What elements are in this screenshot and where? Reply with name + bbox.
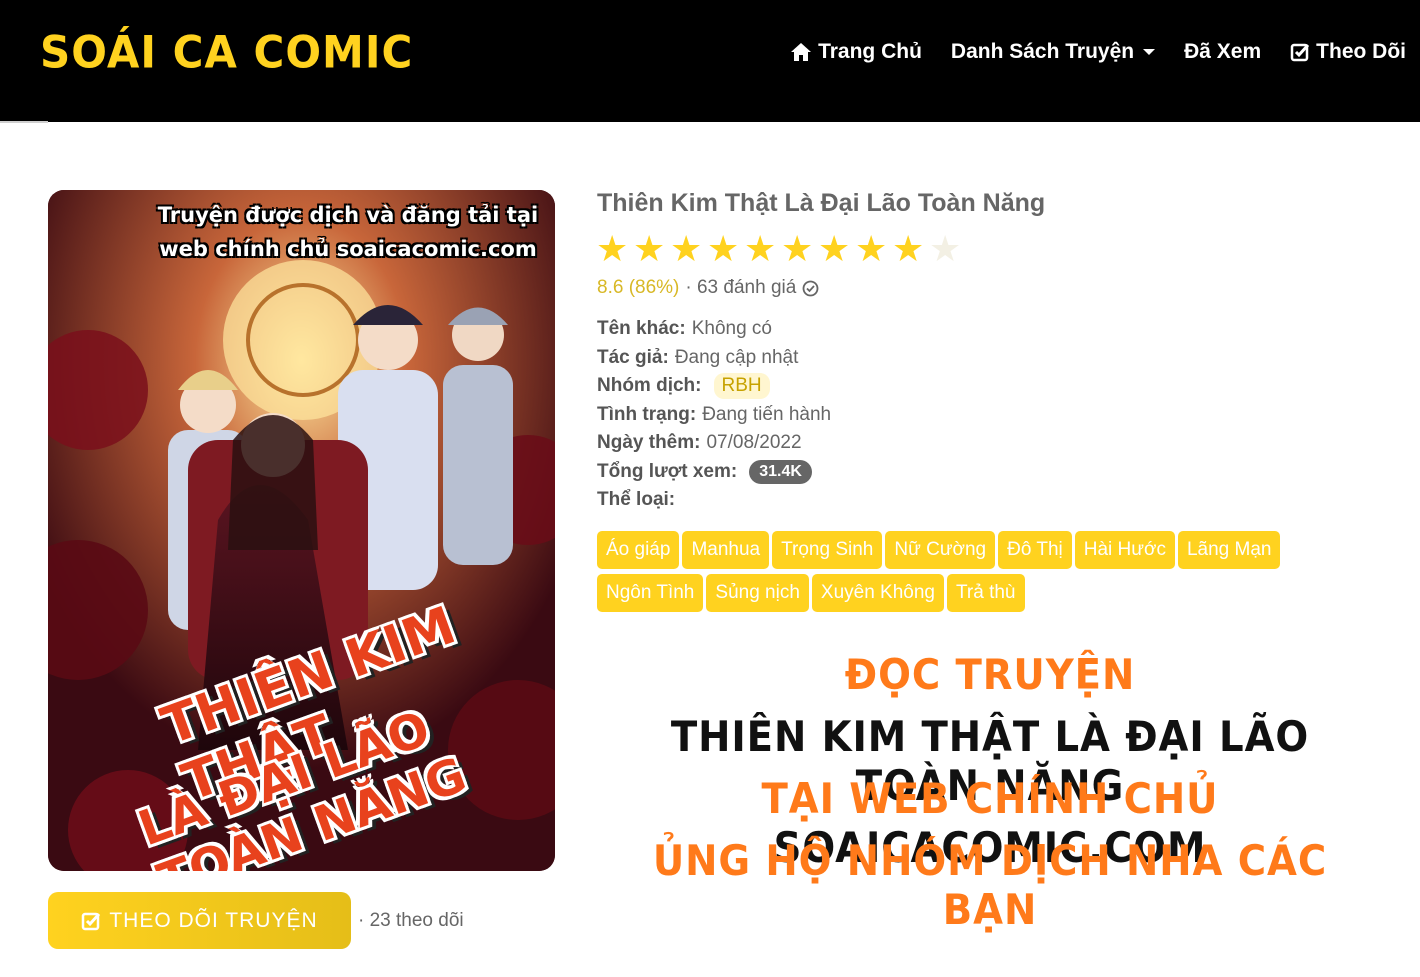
star-icon[interactable]: ★: [670, 231, 707, 269]
genre-tag[interactable]: Xuyên Không: [811, 574, 944, 612]
meta-author-label: Tác giả:: [597, 347, 669, 368]
meta-date-label: Ngày thêm:: [597, 432, 701, 453]
star-icon[interactable]: ★: [818, 231, 855, 269]
genre-tag[interactable]: Áo giáp: [597, 531, 680, 569]
meta-alt-name-value: Không có: [691, 318, 772, 339]
nav-comic-list-label: Danh Sách Truyện: [950, 40, 1135, 63]
check-circle-icon: [802, 280, 819, 296]
nav-home-label: Trang Chủ: [818, 40, 922, 63]
star-icon[interactable]: ★: [855, 231, 892, 269]
comic-title: Thiên Kim Thật Là Đại Lão Toàn Năng: [597, 189, 1046, 217]
translation-group-badge[interactable]: RBH: [713, 373, 770, 399]
nav-history[interactable]: Đã Xem: [1184, 40, 1261, 64]
nav-history-label: Đã Xem: [1184, 40, 1262, 63]
nav-comic-list[interactable]: Danh Sách Truyện: [950, 40, 1156, 64]
promo-line1: ĐỌC TRUYỆN: [844, 650, 1136, 699]
main-nav: Trang Chủ Danh Sách Truyện Đã Xem Theo D…: [761, 40, 1406, 64]
meta-views-label: Tổng lượt xem:: [597, 461, 738, 482]
meta-status-label: Tình trạng:: [597, 404, 697, 425]
meta-alt-name: Tên khác: Không có: [597, 318, 772, 340]
star-icon[interactable]: ★: [892, 231, 929, 269]
star-icon[interactable]: ★: [744, 231, 781, 269]
check-square-icon: [82, 912, 101, 930]
genre-tag[interactable]: Lãng Mạn: [1177, 531, 1281, 569]
follow-count: · 23 theo dõi: [358, 910, 464, 931]
genre-tag[interactable]: Manhua: [682, 531, 770, 569]
meta-group-label: Nhóm dịch:: [597, 375, 702, 396]
rating-summary: 8.6 (86%) · 63 đánh giá: [597, 277, 819, 299]
meta-author: Tác giả: Đang cập nhật: [597, 347, 798, 369]
nav-home[interactable]: Trang Chủ: [790, 40, 922, 64]
star-icon[interactable]: ★: [781, 231, 818, 269]
meta-genre: Thể loại:: [597, 489, 681, 511]
star-icon[interactable]: ★: [929, 231, 966, 269]
caret-down-icon: [1143, 49, 1156, 55]
rating-stars[interactable]: ★ ★ ★ ★ ★ ★ ★ ★ ★ ★: [596, 231, 966, 269]
follow-comic-label: THEO DÕI TRUYỆN: [109, 908, 318, 932]
nav-following[interactable]: Theo Dõi: [1290, 40, 1406, 64]
genre-tag[interactable]: Đô Thị: [998, 531, 1072, 569]
site-header: SOÁI CA COMIC Trang Chủ Danh Sách Truyện…: [0, 0, 1420, 122]
check-square-icon: [1290, 43, 1310, 62]
views-badge: 31.4K: [749, 460, 812, 484]
follow-comic-button[interactable]: THEO DÕI TRUYỆN: [48, 892, 351, 949]
meta-date: Ngày thêm: 07/08/2022: [597, 432, 802, 454]
cover-watermark-line1: Truyện được dịch và đăng tải tại: [157, 203, 539, 227]
meta-genre-label: Thể loại:: [597, 489, 676, 510]
genre-tags: Áo giáp Manhua Trọng Sinh Nữ Cường Đô Thị Hài…: [597, 531, 1317, 617]
meta-alt-name-label: Tên khác:: [597, 318, 686, 339]
comic-cover[interactable]: Truyện được dịch và đăng tải tại web chí…: [48, 190, 555, 871]
cover-watermark-line2: web chính chủ soaicacomic.com: [159, 237, 537, 261]
star-icon[interactable]: ★: [707, 231, 744, 269]
meta-group: Nhóm dịch: RBH: [597, 373, 770, 399]
genre-tag[interactable]: Trả thù: [947, 574, 1025, 612]
promo-line4: ỦNG HỘ NHÓM DỊCH NHA CÁC BẠN: [652, 836, 1328, 934]
meta-views: Tổng lượt xem: 31.4K: [597, 460, 812, 484]
home-icon: [791, 43, 812, 61]
meta-date-value: 07/08/2022: [706, 432, 802, 453]
cover-watermark: Truyện được dịch và đăng tải tại web chí…: [148, 198, 548, 266]
meta-author-value: Đang cập nhật: [674, 347, 799, 368]
star-icon[interactable]: ★: [596, 231, 633, 269]
genre-tag[interactable]: Ngôn Tình: [597, 574, 704, 612]
rating-count: · 63 đánh giá: [685, 277, 797, 298]
star-icon[interactable]: ★: [633, 231, 670, 269]
genre-tag[interactable]: Trọng Sinh: [772, 531, 883, 569]
divider: [0, 121, 48, 123]
meta-status-value: Đang tiến hành: [702, 404, 832, 425]
genre-tag[interactable]: Sủng nịch: [706, 574, 809, 612]
site-logo[interactable]: SOÁI CA COMIC: [40, 27, 413, 78]
genre-tag[interactable]: Nữ Cường: [885, 531, 996, 569]
genre-tag[interactable]: Hài Hước: [1074, 531, 1175, 569]
rating-score: 8.6 (86%): [597, 277, 680, 298]
promo-line3-prefix: TẠI WEB CHÍNH CHỦ: [761, 774, 1219, 823]
meta-status: Tình trạng: Đang tiến hành: [597, 404, 831, 426]
nav-following-label: Theo Dõi: [1316, 40, 1406, 63]
